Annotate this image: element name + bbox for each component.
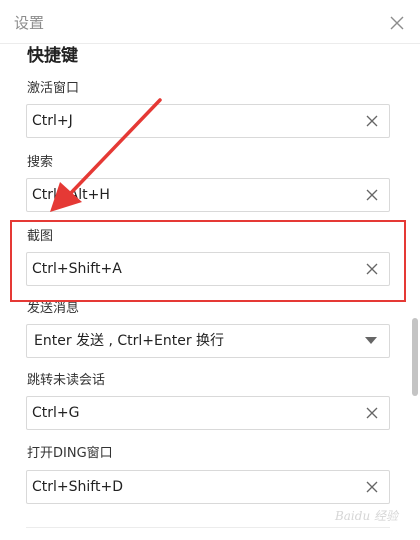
close-icon[interactable] <box>388 14 406 32</box>
shortcut-value: Ctrl+J <box>32 113 73 129</box>
scrollbar-track[interactable] <box>410 44 420 540</box>
shortcut-field-activate-window[interactable]: Ctrl+J <box>26 104 390 138</box>
shortcut-label-screenshot: 截图 <box>27 229 54 244</box>
scrollbar-thumb[interactable] <box>412 318 418 396</box>
shortcut-value: Ctrl+Alt+H <box>32 187 110 203</box>
shortcut-value: Ctrl+Shift+D <box>32 479 123 495</box>
send-message-select[interactable]: Enter 发送 , Ctrl+Enter 换行 <box>26 324 390 358</box>
shortcut-field-screenshot[interactable]: Ctrl+Shift+A <box>26 252 390 286</box>
shortcut-label-send-message: 发送消息 <box>27 301 80 316</box>
shortcut-label-search: 搜索 <box>27 155 54 170</box>
shortcut-field-search[interactable]: Ctrl+Alt+H <box>26 178 390 212</box>
shortcut-label-jump-unread: 跳转未读会话 <box>27 373 106 388</box>
dialog-header: 设置 <box>0 0 420 44</box>
dialog-title: 设置 <box>14 14 45 32</box>
shortcut-field-open-ding[interactable]: Ctrl+Shift+D <box>26 470 390 504</box>
chevron-down-icon[interactable] <box>365 337 377 345</box>
clear-icon[interactable] <box>365 188 379 202</box>
shortcut-label-open-ding: 打开DING窗口 <box>27 446 113 461</box>
shortcut-value: Ctrl+Shift+A <box>32 261 122 277</box>
clear-icon[interactable] <box>365 406 379 420</box>
shortcut-label-activate-window: 激活窗口 <box>27 81 80 96</box>
clear-icon[interactable] <box>365 262 379 276</box>
clear-icon[interactable] <box>365 114 379 128</box>
clear-icon[interactable] <box>365 480 379 494</box>
shortcut-value: Ctrl+G <box>32 405 80 421</box>
section-title: 快捷键 <box>27 46 78 66</box>
shortcut-field-jump-unread[interactable]: Ctrl+G <box>26 396 390 430</box>
divider <box>26 527 390 528</box>
watermark: Baidu 经验 <box>334 509 398 523</box>
select-value: Enter 发送 , Ctrl+Enter 换行 <box>34 333 225 349</box>
